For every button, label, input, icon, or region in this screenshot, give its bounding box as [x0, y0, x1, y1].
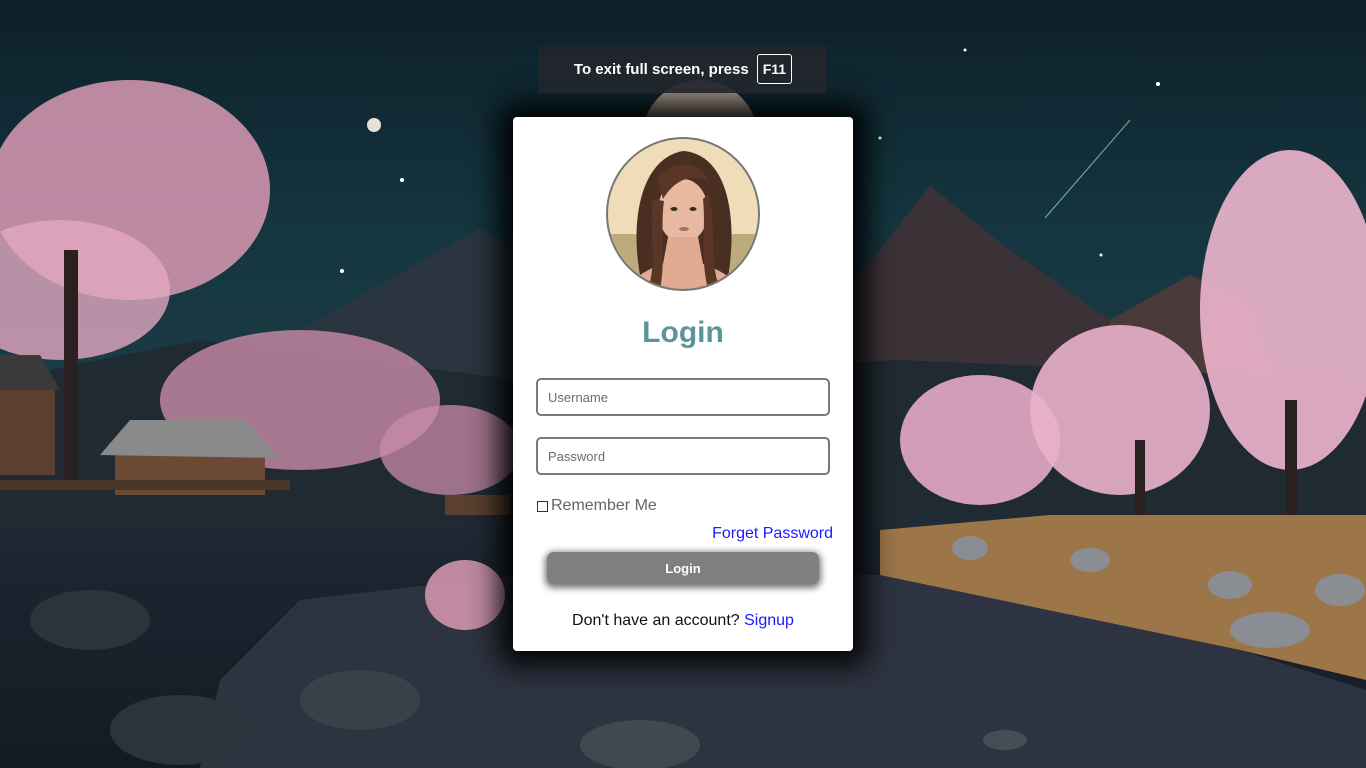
password-input[interactable] — [536, 437, 830, 475]
signup-link[interactable]: Signup — [744, 612, 794, 629]
fullscreen-notice-text: To exit full screen, press — [573, 60, 749, 78]
username-input[interactable] — [536, 378, 830, 416]
fullscreen-notice: To exit full screen, press F11 — [539, 45, 827, 93]
remember-me[interactable]: Remember Me — [537, 497, 657, 515]
signup-prompt: Don't have an account? — [572, 612, 740, 629]
remember-me-checkbox[interactable] — [537, 500, 548, 512]
login-button[interactable]: Login — [547, 552, 819, 584]
signup-row: Don't have an account? Signup — [513, 612, 853, 630]
avatar — [606, 137, 760, 291]
forget-password-link[interactable]: Forget Password — [712, 525, 833, 543]
login-title: Login — [642, 316, 724, 349]
login-card: Login Remember Me Forget Password Login … — [513, 117, 853, 651]
remember-me-label: Remember Me — [551, 497, 657, 514]
f11-key-badge: F11 — [756, 54, 793, 84]
